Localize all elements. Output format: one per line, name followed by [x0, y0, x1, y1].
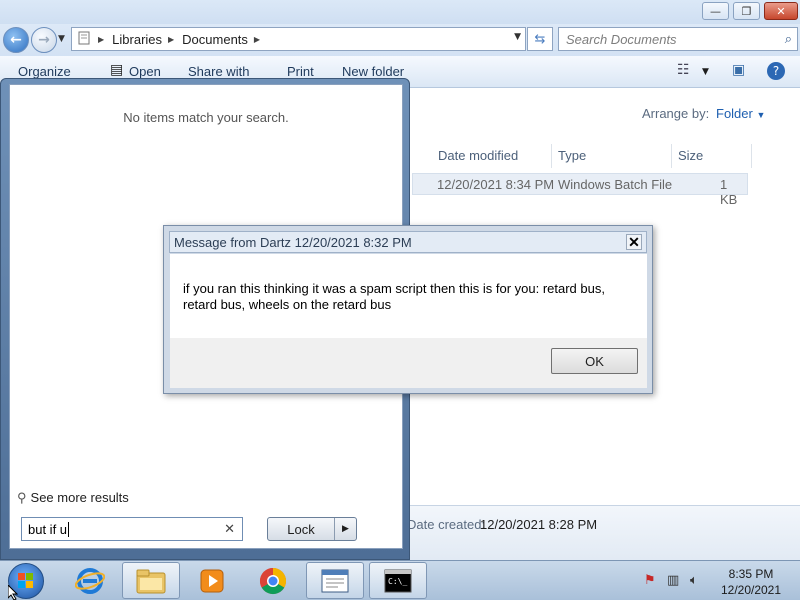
file-type: Windows Batch File [558, 177, 673, 192]
organize-button[interactable]: Organize [18, 64, 71, 79]
address-dropdown-icon[interactable]: ▼ [514, 32, 521, 42]
chrome-icon [259, 567, 287, 594]
search-placeholder: Search Documents [566, 31, 677, 47]
column-size[interactable]: Size [672, 144, 752, 168]
breadcrumb-documents[interactable]: Documents [182, 32, 248, 47]
search-input[interactable]: Search Documents ⌕ [558, 27, 798, 51]
breadcrumb-separator-icon[interactable]: ▶ [254, 35, 260, 44]
dialog-close-icon[interactable]: ✕ [626, 234, 642, 250]
column-type[interactable]: Type [552, 144, 672, 168]
power-options-arrow-icon[interactable]: ▶ [334, 518, 356, 540]
new-folder-button[interactable]: New folder [342, 64, 404, 79]
arrange-by-value: Folder [716, 106, 753, 121]
help-icon[interactable]: ? [767, 62, 785, 80]
file-row[interactable]: 12/20/2021 8:34 PM Windows Batch File 1 … [412, 173, 748, 207]
system-clock[interactable]: 8:35 PM 12/20/2021 [712, 566, 790, 598]
file-size: 1 KB [720, 177, 738, 207]
chevron-down-icon: ▼ [756, 110, 766, 120]
print-button[interactable]: Print [287, 64, 314, 79]
breadcrumb-separator-icon: ▶ [98, 34, 105, 44]
volume-icon[interactable]: 🔈︎ [690, 573, 698, 588]
taskbar-command-prompt[interactable]: C:\_ [369, 562, 427, 599]
file-date-modified: 12/20/2021 8:34 PM [437, 177, 555, 192]
title-bar: — ❐ ✕ [0, 0, 800, 24]
open-icon: ▤ [110, 62, 124, 78]
minimize-button[interactable]: — [702, 2, 729, 20]
lock-button[interactable]: Lock ▶ [267, 517, 357, 541]
taskbar-media-player[interactable] [183, 562, 241, 599]
taskbar: C:\_ ⚑ ▥ 🔈︎ 8:35 PM 12/20/2021 [0, 560, 800, 600]
start-search-input[interactable]: but if u ✕ [21, 517, 243, 541]
folder-icon [136, 569, 166, 593]
window-icon [321, 569, 349, 592]
dialog-footer: OK [170, 338, 647, 388]
lock-label: Lock [287, 522, 315, 537]
close-button[interactable]: ✕ [764, 2, 798, 20]
action-center-icon[interactable]: ⚑ [644, 573, 656, 588]
back-button[interactable]: ← [3, 27, 29, 53]
dialog-body: if you ran this thinking it was a spam s… [170, 254, 647, 338]
mouse-cursor-icon [8, 585, 18, 600]
see-more-results-link[interactable]: ⚲ See more results [17, 490, 129, 506]
address-row: ← → ▼ ▶ Libraries ▶ Documents ▶ ▼ ⇆ Sear… [0, 24, 800, 56]
refresh-button[interactable]: ⇆ [527, 27, 553, 51]
internet-explorer-icon [75, 567, 105, 594]
taskbar-window[interactable] [306, 562, 364, 599]
taskbar-file-explorer[interactable] [122, 562, 180, 599]
search-icon: ⚲ [17, 490, 27, 505]
breadcrumb-libraries[interactable]: Libraries [112, 32, 162, 47]
date-created-value: 12/20/2021 8:28 PM [480, 517, 598, 532]
folder-icon [78, 31, 90, 48]
forward-button[interactable]: → [31, 27, 57, 53]
clear-search-icon[interactable]: ✕ [224, 521, 235, 537]
breadcrumb-separator-icon[interactable]: ▶ [168, 35, 174, 44]
see-more-label: See more results [30, 490, 129, 505]
maximize-button[interactable]: ❐ [733, 2, 760, 20]
arrow-right-icon: → [38, 32, 50, 48]
command-prompt-icon: C:\_ [384, 569, 412, 592]
media-player-icon [200, 569, 224, 592]
views-dropdown-icon[interactable]: ▼ [702, 67, 709, 77]
windows-logo-icon [18, 573, 34, 589]
search-icon[interactable]: ⌕ [785, 31, 792, 47]
taskbar-chrome[interactable] [244, 562, 302, 599]
open-button[interactable]: Open [129, 64, 161, 79]
start-search-value: but if u [28, 522, 68, 537]
message-dialog: Message from Dartz 12/20/2021 8:32 PM ✕ … [163, 225, 653, 394]
clock-date: 12/20/2021 [720, 583, 782, 597]
network-icon[interactable]: ▥ [667, 573, 679, 588]
svg-text:C:\_: C:\_ [388, 577, 407, 586]
views-icon[interactable]: ☷ [677, 62, 690, 78]
arrange-by-dropdown[interactable]: Folder ▼ [716, 106, 765, 121]
preview-pane-icon[interactable]: ▣ [732, 62, 745, 78]
dialog-title: Message from Dartz 12/20/2021 8:32 PM [174, 235, 412, 250]
column-date-modified[interactable]: Date modified [432, 144, 552, 168]
date-created-label: Date created: [407, 517, 486, 532]
recent-pages-dropdown-icon[interactable]: ▼ [58, 34, 65, 44]
text-cursor [68, 522, 70, 537]
refresh-icon: ⇆ [534, 31, 546, 47]
no-results-message: No items match your search. [123, 110, 289, 125]
arrow-left-icon: ← [10, 32, 22, 48]
dialog-title-bar: Message from Dartz 12/20/2021 8:32 PM ✕ [169, 231, 647, 253]
arrange-by-label: Arrange by: [642, 106, 710, 121]
dialog-message: if you ran this thinking it was a spam s… [183, 281, 605, 312]
ok-button[interactable]: OK [551, 348, 638, 374]
share-with-button[interactable]: Share with [188, 64, 249, 79]
taskbar-internet-explorer[interactable] [61, 562, 119, 599]
clock-time: 8:35 PM [728, 567, 774, 581]
address-bar[interactable]: ▶ Libraries ▶ Documents ▶ ▼ [71, 27, 526, 51]
